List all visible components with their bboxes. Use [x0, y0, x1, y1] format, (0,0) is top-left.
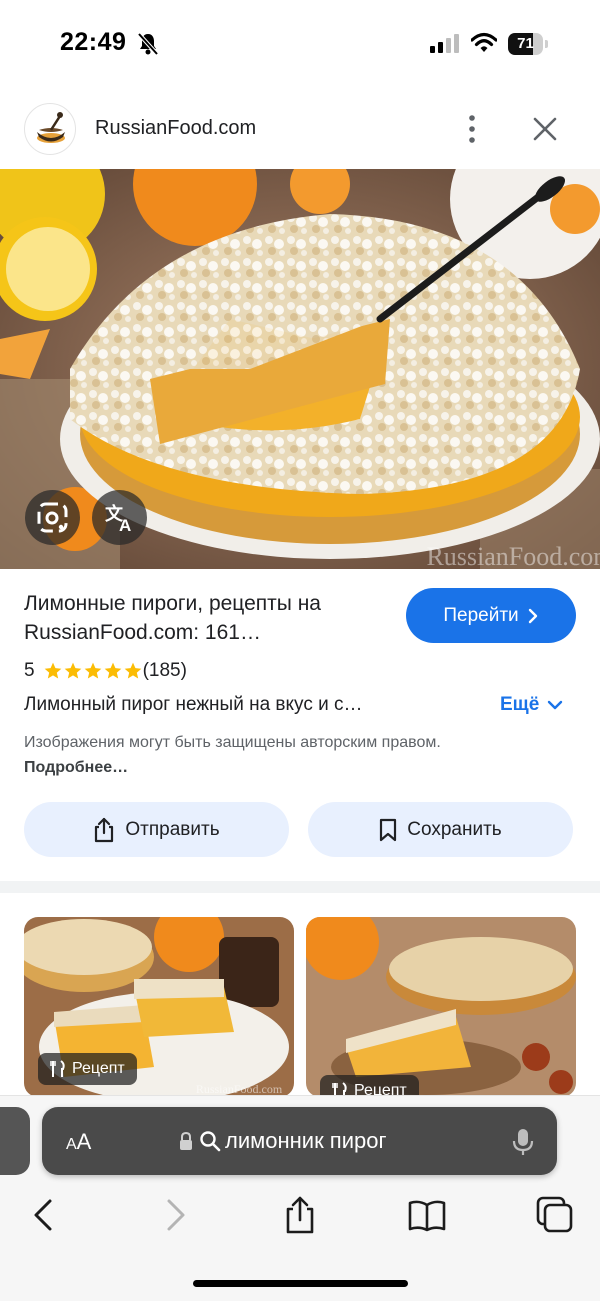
copyright-notice: Изображения могут быть защищены авторски…: [24, 730, 464, 780]
site-name[interactable]: RussianFood.com: [95, 117, 256, 140]
share-icon: [95, 817, 114, 842]
star-icon: [64, 662, 81, 679]
share-button[interactable]: Отправить: [24, 802, 289, 857]
aa-label: A: [76, 1129, 92, 1154]
lock-icon: [180, 1131, 192, 1150]
star-icon: [104, 662, 121, 679]
search-icon: [200, 1131, 221, 1152]
cellular-signal-icon: [430, 34, 459, 53]
home-indicator[interactable]: [193, 1280, 408, 1287]
share-label: Отправить: [125, 818, 220, 840]
rating: 5 (185): [24, 658, 187, 684]
save-label: Сохранить: [407, 818, 502, 840]
more-vert-icon[interactable]: [460, 112, 484, 146]
google-lens-button[interactable]: [25, 490, 80, 545]
bookmarks-icon[interactable]: [407, 1195, 447, 1235]
translate-icon: 文 A: [105, 503, 131, 535]
recipe-badge: Рецепт: [38, 1053, 137, 1085]
rating-stars: [43, 661, 143, 681]
rating-count: (185): [142, 660, 187, 681]
status-time: 22:49: [60, 28, 127, 56]
star-icon: [44, 662, 61, 679]
battery-percent: 71: [517, 35, 534, 52]
bell-muted-icon: [137, 32, 159, 56]
cooking-pot-icon: [37, 112, 65, 143]
star-icon: [84, 662, 101, 679]
visit-button[interactable]: Перейти: [406, 588, 576, 643]
site-favicon[interactable]: [24, 103, 76, 155]
save-button[interactable]: Сохранить: [308, 802, 573, 857]
lemon-pie-photo: RussianFood.com: [0, 169, 600, 569]
more-button[interactable]: Ещё: [500, 694, 563, 716]
cutlery-icon: [50, 1060, 65, 1077]
section-divider: [0, 881, 600, 893]
related-image-2[interactable]: Рецепт: [306, 917, 576, 1097]
forward-icon[interactable]: [155, 1195, 195, 1235]
page-settings-button[interactable]: AA: [66, 1129, 91, 1155]
thumb-watermark: RussianFood.com: [196, 1082, 283, 1096]
more-label: Ещё: [500, 694, 540, 715]
pie-photo: [306, 917, 576, 1097]
learn-more-link[interactable]: Подробнее…: [24, 759, 128, 776]
visit-button-label: Перейти: [443, 604, 519, 626]
recipe-badge-label: Рецепт: [72, 1060, 125, 1077]
search-query[interactable]: лимонник пирог: [225, 1128, 387, 1154]
back-icon[interactable]: [24, 1195, 64, 1235]
recipe-badge: Рецепт: [320, 1075, 419, 1097]
related-image-1[interactable]: RussianFood.com Рецепт: [24, 917, 294, 1097]
star-icon: [124, 662, 141, 679]
result-description: Лимонный пирог нежный на вкус и с…: [24, 694, 363, 715]
result-image[interactable]: RussianFood.com: [0, 169, 600, 569]
previous-tab-preview[interactable]: [0, 1107, 30, 1175]
copyright-text: Изображения могут быть защищены авторски…: [24, 734, 441, 751]
chevron-down-icon: [548, 700, 563, 710]
result-title[interactable]: Лимонные пироги, рецепты на RussianFood.…: [24, 589, 384, 647]
chevron-right-icon: [528, 608, 537, 623]
close-icon[interactable]: [530, 114, 560, 144]
tabs-icon[interactable]: [535, 1195, 575, 1235]
share-icon[interactable]: [280, 1195, 320, 1235]
google-lens-icon: [37, 502, 68, 533]
wifi-icon: [471, 32, 497, 52]
microphone-icon[interactable]: [512, 1127, 534, 1157]
translate-button[interactable]: 文 A: [92, 490, 147, 545]
svg-text:A: A: [119, 516, 131, 535]
battery-icon: 71: [508, 33, 548, 55]
bookmark-icon: [380, 818, 397, 841]
image-watermark: RussianFood.com: [426, 542, 600, 569]
rating-value: 5: [24, 660, 35, 681]
